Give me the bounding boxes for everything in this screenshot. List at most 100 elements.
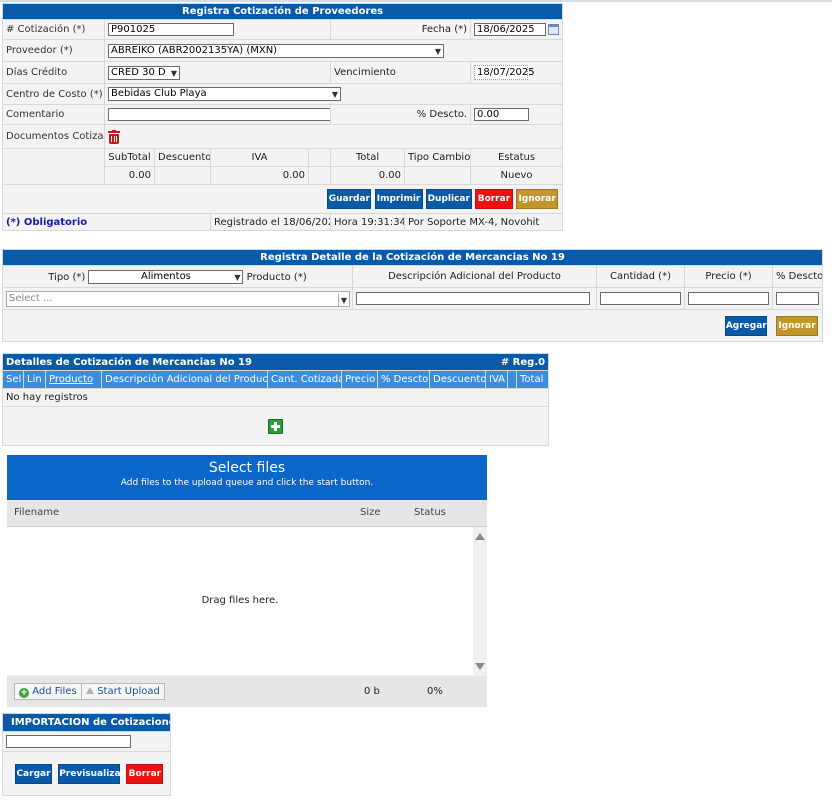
uploader-header: Select files Add files to the upload que… — [7, 455, 487, 500]
price-input[interactable] — [688, 292, 769, 305]
ignore-detail-button[interactable]: Ignorar — [776, 315, 818, 336]
add-detail-button[interactable]: Agregar — [724, 315, 767, 336]
status-value: Nuevo — [469, 166, 564, 185]
uploader-footer: + Add Files Start Upload 0 b 0% — [7, 676, 487, 707]
subtotal-header: SubTotal — [104, 148, 155, 167]
detail-discount-input[interactable] — [776, 292, 819, 305]
iva-value: 0.00 — [210, 166, 309, 185]
chevron-down-icon: ▼ — [170, 68, 177, 78]
col-filename: Filename — [14, 507, 60, 518]
detail-form: Registra Detalle de la Cotización de Mer… — [2, 249, 823, 342]
save-button[interactable]: Guardar — [327, 189, 372, 209]
detail-discount-label: % Descto — [772, 265, 823, 288]
date-label: Fecha (*) — [330, 19, 471, 40]
uploader-column-header: Filename Size Status — [7, 500, 487, 527]
due-date-value: 18/07/2025 — [474, 65, 535, 80]
col-blank — [507, 370, 517, 389]
quote-actions: Guardar Imprimir Duplicar Borrar Ignorar — [1, 184, 564, 214]
description-label: Descripción Adicional del Producto — [352, 265, 597, 288]
type-select[interactable]: Alimentos ▼ — [88, 269, 244, 284]
detail-actions: Agregar Ignorar — [2, 309, 823, 342]
col-price[interactable]: Precio — [341, 370, 378, 389]
file-drop-zone[interactable]: Drag files here. — [7, 527, 473, 675]
chevron-down-icon: ▼ — [337, 293, 347, 306]
chevron-down-icon: ▼ — [234, 272, 241, 282]
uploader-title: Select files — [208, 460, 286, 476]
product-select[interactable]: Select ... ▼ — [6, 290, 350, 307]
duplicate-button[interactable]: Duplicar — [425, 189, 472, 209]
col-iva[interactable]: IVA — [485, 370, 508, 389]
cost-center-select[interactable]: Bebidas Club Playa ▼ — [108, 87, 341, 101]
quantity-label: Cantidad (*) — [596, 265, 685, 288]
col-discount-pct[interactable]: % Descto. — [377, 370, 430, 389]
detail-form-title: Registra Detalle de la Cotización de Mer… — [2, 249, 823, 266]
col-quantity[interactable]: Cant. Cotizada — [267, 370, 342, 389]
import-file-input[interactable] — [6, 735, 131, 748]
registered-time: Hora 19:31:34 — [330, 213, 405, 231]
exchange-rate-value — [404, 166, 471, 185]
col-lin[interactable]: Lin — [23, 370, 46, 389]
credit-days-label: Días Crédito — [2, 61, 105, 84]
quote-form-title: Registra Cotización de Proveedores — [1, 3, 564, 20]
total-header: Total — [330, 148, 405, 167]
registered-date: Registrado el 18/06/2025 — [210, 213, 331, 231]
import-box: IMPORTACION de Cotizaciones Cargar Previ… — [2, 713, 171, 796]
trash-icon[interactable] — [108, 129, 120, 144]
comment-input[interactable] — [108, 108, 330, 121]
col-product[interactable]: Producto — [45, 370, 102, 389]
status-header: Estatus — [469, 148, 564, 167]
add-row-icon[interactable] — [268, 418, 284, 434]
print-button[interactable]: Imprimir — [374, 189, 423, 209]
supplier-label: Proveedor (*) — [2, 39, 105, 62]
drop-text: Drag files here. — [201, 595, 279, 606]
total-percent: 0% — [427, 686, 443, 697]
discount-label: % Descto. — [330, 104, 471, 125]
total-size: 0 b — [364, 686, 380, 697]
add-files-button[interactable]: + Add Files — [14, 683, 82, 700]
type-label: Tipo (*) — [48, 271, 86, 283]
discount-input[interactable]: 0.00 — [474, 108, 529, 121]
cost-center-label: Centro de Costo (*) — [2, 83, 105, 105]
description-input[interactable] — [356, 292, 590, 305]
import-delete-button[interactable]: Borrar — [126, 763, 164, 784]
preview-button[interactable]: Previsualizar — [58, 763, 125, 784]
chevron-down-icon: ▼ — [331, 90, 338, 99]
col-sel[interactable]: Sel — [2, 370, 24, 389]
delete-button[interactable]: Borrar — [474, 189, 513, 209]
file-list-scrollbar[interactable] — [473, 527, 487, 675]
date-input[interactable]: 18/06/2025 — [474, 23, 546, 36]
load-button[interactable]: Cargar — [15, 763, 52, 784]
col-discount[interactable]: Descuento — [429, 370, 486, 389]
credit-days-select[interactable]: CRED 30 D ▼ — [108, 65, 180, 80]
record-count: # Reg.0 — [500, 356, 546, 368]
registered-by: Por Soporte MX-4, Novohit — [403, 213, 564, 231]
col-status: Status — [414, 507, 446, 518]
exchange-rate-header: Tipo Cambio — [404, 148, 471, 167]
required-note: (*) Obligatorio — [2, 213, 211, 231]
col-description[interactable]: Descripción Adicional del Producto — [101, 370, 268, 389]
calendar-icon[interactable] — [548, 24, 559, 35]
file-uploader: Select files Add files to the upload que… — [7, 455, 487, 707]
details-table: Detalles de Cotización de Mercancias No … — [1, 353, 550, 446]
scroll-up-icon[interactable] — [475, 533, 485, 540]
documents-label: Documentos Cotización — [2, 124, 105, 149]
scroll-down-icon[interactable] — [475, 663, 485, 670]
import-title: IMPORTACION de Cotizaciones — [2, 713, 171, 732]
col-total[interactable]: Total — [515, 370, 550, 389]
supplier-select[interactable]: ABREIKO (ABR2002135YA) (MXN) ▼ — [108, 43, 444, 58]
total-value: 0.00 — [330, 166, 405, 185]
iva-header: IVA — [210, 148, 309, 167]
top-border — [0, 0, 832, 2]
details-table-title: Detalles de Cotización de Mercancias No … — [6, 356, 252, 368]
quantity-input[interactable] — [600, 292, 681, 305]
col-size: Size — [360, 507, 381, 518]
start-upload-button[interactable]: Start Upload — [81, 683, 165, 700]
chevron-down-icon: ▼ — [434, 46, 441, 56]
uploader-subtitle: Add files to the upload queue and click … — [120, 478, 374, 488]
ignore-button[interactable]: Ignorar — [516, 189, 559, 209]
upload-arrow-icon — [86, 687, 94, 694]
discount-value — [154, 166, 211, 185]
plus-circle-icon: + — [19, 688, 29, 698]
empty-message: No hay registros — [1, 388, 550, 407]
quote-number-input[interactable]: P901025 — [108, 23, 234, 36]
